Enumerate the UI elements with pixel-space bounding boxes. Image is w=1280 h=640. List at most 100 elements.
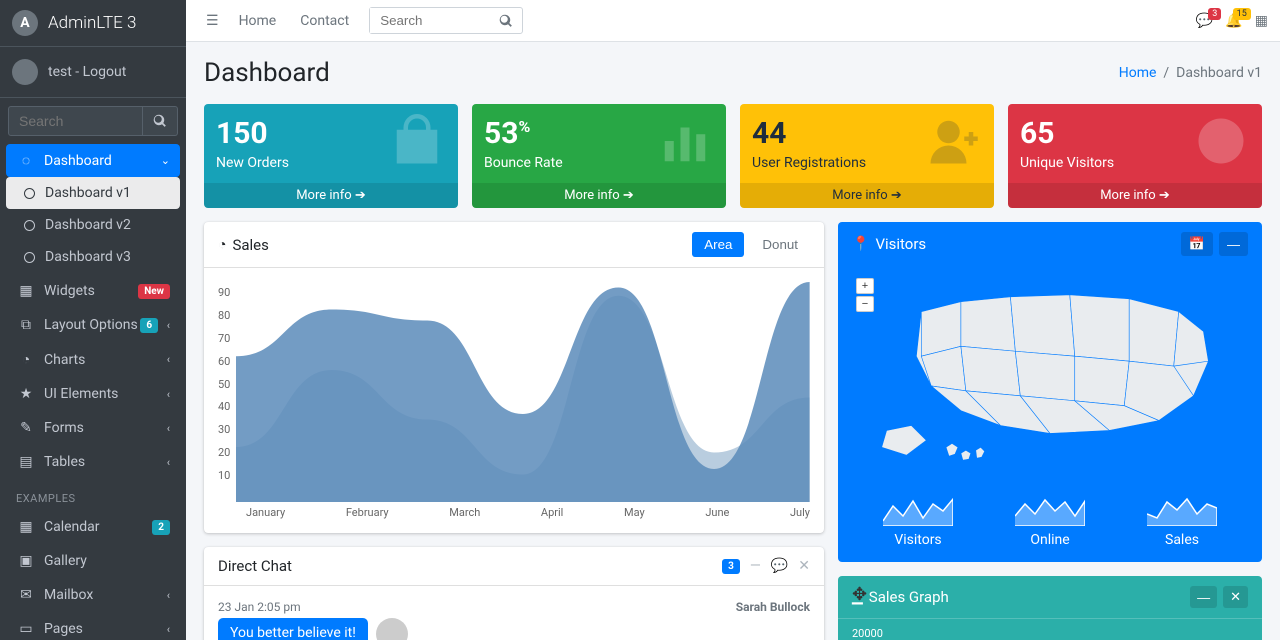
chevron-left-icon: ‹ <box>167 589 170 602</box>
messages-icon[interactable]: 💬3 <box>1196 13 1213 29</box>
card-title: Visitors <box>875 235 926 253</box>
visitors-card: 📍 Visitors 📅 — + − <box>838 222 1262 562</box>
minimize-button[interactable]: — <box>1219 232 1248 256</box>
minimize-button[interactable]: — <box>1190 586 1217 608</box>
pie-chart-icon: ◔ <box>16 351 36 368</box>
envelope-icon: ✉ <box>16 587 36 603</box>
topbar-link-contact[interactable]: Contact <box>288 7 361 35</box>
copy-icon: ⧉ <box>16 317 36 333</box>
sparkline-visitors: Visitors <box>883 496 953 548</box>
circle-icon <box>24 252 35 263</box>
circle-icon <box>24 220 35 231</box>
notifications-badge: 15 <box>1233 8 1251 20</box>
menu-toggle-icon[interactable]: ☰ <box>198 9 227 33</box>
badge-count: 2 <box>152 520 170 535</box>
circle-icon <box>24 188 35 199</box>
sales-graph-card: ✥ ▁ Sales Graph — ✕ 20000 <box>838 576 1262 640</box>
direct-chat-card: Direct Chat 3 — 💬 ✕ 23 Jan 2:05 pmSarah … <box>204 547 824 640</box>
sidebar-item-mailbox[interactable]: ✉Mailbox‹ <box>6 579 180 611</box>
breadcrumb: Home / Dashboard v1 <box>1119 65 1262 81</box>
topbar-search-input[interactable] <box>370 8 490 33</box>
avatar <box>12 59 38 85</box>
stat-box-link[interactable]: More info ➔ <box>204 183 458 208</box>
brand[interactable]: A AdminLTE 3 <box>0 0 186 47</box>
stat-box-visitors: 65Unique Visitors More info ➔ <box>1008 104 1262 208</box>
calendar-button[interactable]: 📅 <box>1181 232 1213 256</box>
chat-message: You better believe it! <box>218 618 368 640</box>
tree-icon: ★ <box>16 386 36 402</box>
topbar-search <box>369 7 523 34</box>
zoom-out-button[interactable]: − <box>856 296 874 312</box>
stat-box-orders: 150New Orders More info ➔ <box>204 104 458 208</box>
sales-card: ◔ Sales Area Donut 908070605040302010 <box>204 222 824 533</box>
brand-logo-icon: A <box>12 10 38 36</box>
map-marker-icon: 📍 <box>852 236 869 252</box>
chevron-left-icon: ‹ <box>167 456 170 469</box>
chevron-down-icon: ⌄ <box>161 154 170 167</box>
card-title: Sales <box>232 236 268 254</box>
sidebar-item-tables[interactable]: ▤Tables‹ <box>6 446 180 478</box>
stat-box-bounce: 53%Bounce Rate More info ➔ <box>472 104 726 208</box>
contacts-icon[interactable]: 💬 <box>771 558 788 574</box>
sidebar-item-charts[interactable]: ◔Charts‹ <box>6 343 180 376</box>
chevron-left-icon: ‹ <box>167 388 170 401</box>
sidebar-item-dashboard[interactable]: ◌Dashboard⌄ <box>6 144 180 177</box>
close-icon[interactable]: ✕ <box>798 558 810 574</box>
pie-icon <box>1194 114 1248 168</box>
sidebar-item-dashboard-v3[interactable]: Dashboard v3 <box>6 241 180 273</box>
stat-box-link[interactable]: More info ➔ <box>1008 183 1262 208</box>
fullscreen-icon[interactable]: ▦ <box>1255 13 1268 29</box>
chevron-left-icon: ‹ <box>167 353 170 366</box>
move-cursor-icon: ✥ <box>852 584 867 605</box>
tab-area[interactable]: Area <box>692 232 744 257</box>
sidebar-item-dashboard-v2[interactable]: Dashboard v2 <box>6 209 180 241</box>
chat-badge: 3 <box>722 559 740 574</box>
brand-text: AdminLTE 3 <box>48 13 136 33</box>
user-add-icon <box>926 114 980 168</box>
avatar <box>376 618 408 640</box>
calendar-icon: ▦ <box>16 519 36 535</box>
bag-icon <box>390 114 444 168</box>
topbar-search-button[interactable] <box>490 9 522 33</box>
badge-count: 6 <box>140 318 158 333</box>
edit-icon: ✎ <box>16 420 36 436</box>
breadcrumb-home[interactable]: Home <box>1119 65 1157 81</box>
chevron-left-icon: ‹ <box>167 422 170 435</box>
sidebar-item-layout[interactable]: ⧉Layout Options6‹ <box>6 309 180 341</box>
sidebar-item-pages[interactable]: ▭Pages‹ <box>6 613 180 640</box>
topbar: ☰ Home Contact 💬3 🔔15 ▦ <box>186 0 1280 42</box>
sidebar-search-button[interactable] <box>143 106 178 136</box>
messages-badge: 3 <box>1208 8 1221 20</box>
chevron-left-icon: ‹ <box>167 623 170 636</box>
th-icon: ▦ <box>16 283 36 299</box>
sidebar-item-ui[interactable]: ★UI Elements‹ <box>6 378 180 410</box>
minimize-icon[interactable]: — <box>750 558 761 574</box>
usa-map[interactable] <box>852 274 1248 478</box>
pie-chart-icon: ◔ <box>218 236 226 253</box>
sidebar-item-calendar[interactable]: ▦Calendar2 <box>6 511 180 543</box>
tab-donut[interactable]: Donut <box>750 232 810 257</box>
chevron-left-icon: ‹ <box>167 319 170 332</box>
book-icon: ▭ <box>16 621 36 637</box>
sidebar-search-input[interactable] <box>8 106 143 136</box>
sidebar-item-gallery[interactable]: ▣Gallery <box>6 545 180 577</box>
notifications-icon[interactable]: 🔔15 <box>1225 13 1242 29</box>
user-panel[interactable]: test - Logout <box>0 47 186 98</box>
sidebar-search <box>0 98 186 144</box>
sidebar-item-dashboard-v1[interactable]: Dashboard v1 <box>6 177 180 209</box>
badge-new: New <box>138 284 170 299</box>
stat-box-link[interactable]: More info ➔ <box>740 183 994 208</box>
close-button[interactable]: ✕ <box>1223 586 1248 608</box>
sidebar: A AdminLTE 3 test - Logout ◌Dashboard⌄ D… <box>0 0 186 640</box>
topbar-link-home[interactable]: Home <box>227 7 289 35</box>
breadcrumb-current: Dashboard v1 <box>1176 65 1262 81</box>
sidebar-item-widgets[interactable]: ▦WidgetsNew <box>6 275 180 307</box>
table-icon: ▤ <box>16 454 36 470</box>
tachometer-icon: ◌ <box>16 152 36 169</box>
stat-box-link[interactable]: More info ➔ <box>472 183 726 208</box>
nav-header-examples: EXAMPLES <box>6 480 180 511</box>
sidebar-item-forms[interactable]: ✎Forms‹ <box>6 412 180 444</box>
stats-bars-icon <box>658 114 712 168</box>
user-name: test - Logout <box>48 64 126 80</box>
zoom-in-button[interactable]: + <box>856 278 874 294</box>
